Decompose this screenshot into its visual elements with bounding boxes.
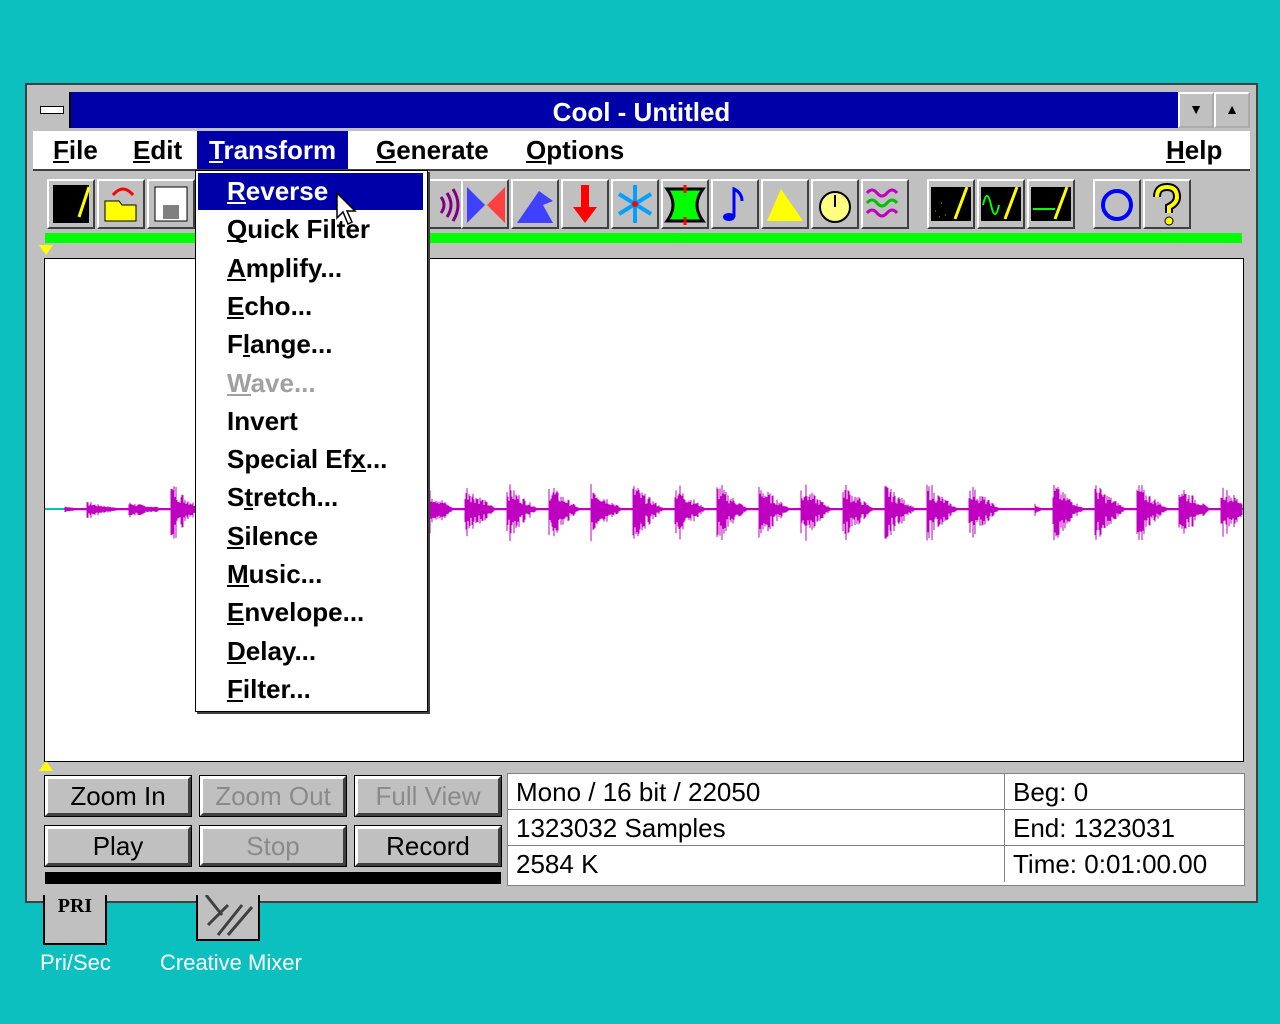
minimize-button[interactable]: ▼	[1178, 92, 1214, 128]
mnemonic-underline	[227, 317, 245, 319]
menu-bar: File Edit Transform Generate Options Hel…	[33, 131, 1250, 171]
info-panel: Mono / 16 bit / 22050 1323032 Samples 25…	[507, 773, 1245, 886]
mnemonic-underline	[227, 394, 251, 396]
zoom-in-button[interactable]: Zoom In	[44, 775, 192, 817]
menu-item-envelope[interactable]: Envelope...	[198, 594, 423, 631]
menu-item-delay[interactable]: Delay...	[198, 633, 423, 670]
tone-icon[interactable]	[977, 179, 1025, 229]
menu-item-invert[interactable]: Invert	[198, 403, 423, 440]
mnemonic-underline	[227, 700, 243, 702]
mnemonic-underline	[227, 240, 248, 242]
start-marker[interactable]	[39, 245, 53, 255]
help-icon[interactable]	[1143, 179, 1191, 229]
mnemonic-underline	[53, 161, 69, 163]
menu-item-silence[interactable]: Silence	[198, 518, 423, 555]
menu-item-reverse[interactable]: Reverse	[198, 173, 423, 210]
mnemonic-underline	[376, 161, 397, 163]
menu-help[interactable]: Help	[1154, 131, 1234, 169]
full-view-button[interactable]: Full View	[354, 775, 502, 817]
menu-item-filter[interactable]: Filter...	[198, 671, 423, 708]
end-info: End: 1323031	[1005, 810, 1244, 846]
menu-file[interactable]: File	[41, 131, 110, 169]
time-info: Time: 0:01:00.00	[1013, 849, 1208, 879]
window-title: Cool - Untitled	[552, 97, 731, 127]
menu-generate[interactable]: Generate	[364, 131, 501, 169]
creative-mixer-label[interactable]: Creative Mixer	[160, 950, 302, 976]
mnemonic-underline	[227, 623, 245, 625]
mnemonic-underline	[227, 662, 246, 664]
envelope-icon[interactable]	[761, 179, 809, 229]
reverse-icon[interactable]	[461, 179, 509, 229]
mnemonic-underline	[227, 202, 246, 204]
filter-icon[interactable]	[861, 179, 909, 229]
menu-item-stretch[interactable]: Stretch...	[198, 479, 423, 516]
play-button[interactable]: Play	[44, 825, 192, 867]
transform-menu: Reverse Quick Filter Amplify... Echo... …	[195, 170, 428, 712]
mnemonic-underline	[526, 161, 547, 163]
silence-icon[interactable]	[1027, 179, 1075, 229]
menu-transform[interactable]: Transform	[197, 131, 349, 169]
loop-icon[interactable]	[1093, 179, 1141, 229]
mnemonic-underline	[244, 508, 253, 510]
mnemonic-underline	[227, 279, 246, 281]
noise-icon[interactable]	[927, 179, 975, 229]
mnemonic-underline	[209, 161, 224, 163]
save-icon[interactable]	[147, 179, 195, 229]
mnemonic-underline	[351, 470, 366, 472]
record-button[interactable]: Record	[354, 825, 502, 867]
level-meter	[45, 872, 501, 884]
flange-icon[interactable]	[511, 179, 559, 229]
menu-item-flange[interactable]: Flange...	[198, 326, 423, 363]
pri-sec-icon[interactable]: PRI	[43, 895, 107, 945]
menu-item-special-efx[interactable]: Special Efx...	[198, 441, 423, 478]
mouse-cursor-icon	[336, 192, 357, 226]
menu-item-music[interactable]: Music...	[198, 556, 423, 593]
menu-item-amplify[interactable]: Amplify...	[198, 250, 423, 287]
pri-sec-label[interactable]: Pri/Sec	[40, 950, 111, 976]
menu-edit[interactable]: Edit	[121, 131, 194, 169]
mnemonic-underline	[133, 161, 151, 163]
mnemonic-underline	[242, 355, 251, 357]
freeze-icon[interactable]	[611, 179, 659, 229]
new-icon[interactable]	[47, 179, 95, 229]
open-icon[interactable]	[97, 179, 145, 229]
amplify-down-icon[interactable]	[561, 179, 609, 229]
title-bar[interactable]: Cool - Untitled ▼ ▲	[33, 92, 1250, 128]
creative-mixer-icon[interactable]	[196, 894, 260, 941]
mnemonic-underline	[227, 547, 245, 549]
menu-item-echo[interactable]: Echo...	[198, 288, 423, 325]
stop-button[interactable]: Stop	[199, 825, 347, 867]
menu-options[interactable]: Options	[514, 131, 636, 169]
mnemonic-underline	[227, 585, 249, 587]
mnemonic-underline	[1166, 161, 1185, 163]
end-marker[interactable]	[39, 761, 53, 771]
stretch-icon[interactable]	[661, 179, 709, 229]
zoom-out-button[interactable]: Zoom Out	[199, 775, 347, 817]
menu-item-wave[interactable]: Wave...	[198, 365, 423, 402]
size-info: 2584 K	[508, 846, 1005, 882]
format-info: Mono / 16 bit / 22050	[508, 774, 1005, 810]
maximize-button[interactable]: ▲	[1214, 92, 1250, 128]
timer-icon[interactable]	[811, 179, 859, 229]
begin-info: Beg: 0	[1005, 774, 1244, 810]
menu-item-quick-filter[interactable]: Quick Filter	[198, 211, 423, 248]
music-icon[interactable]	[711, 179, 759, 229]
samples-info: 1323032 Samples	[508, 810, 1005, 846]
